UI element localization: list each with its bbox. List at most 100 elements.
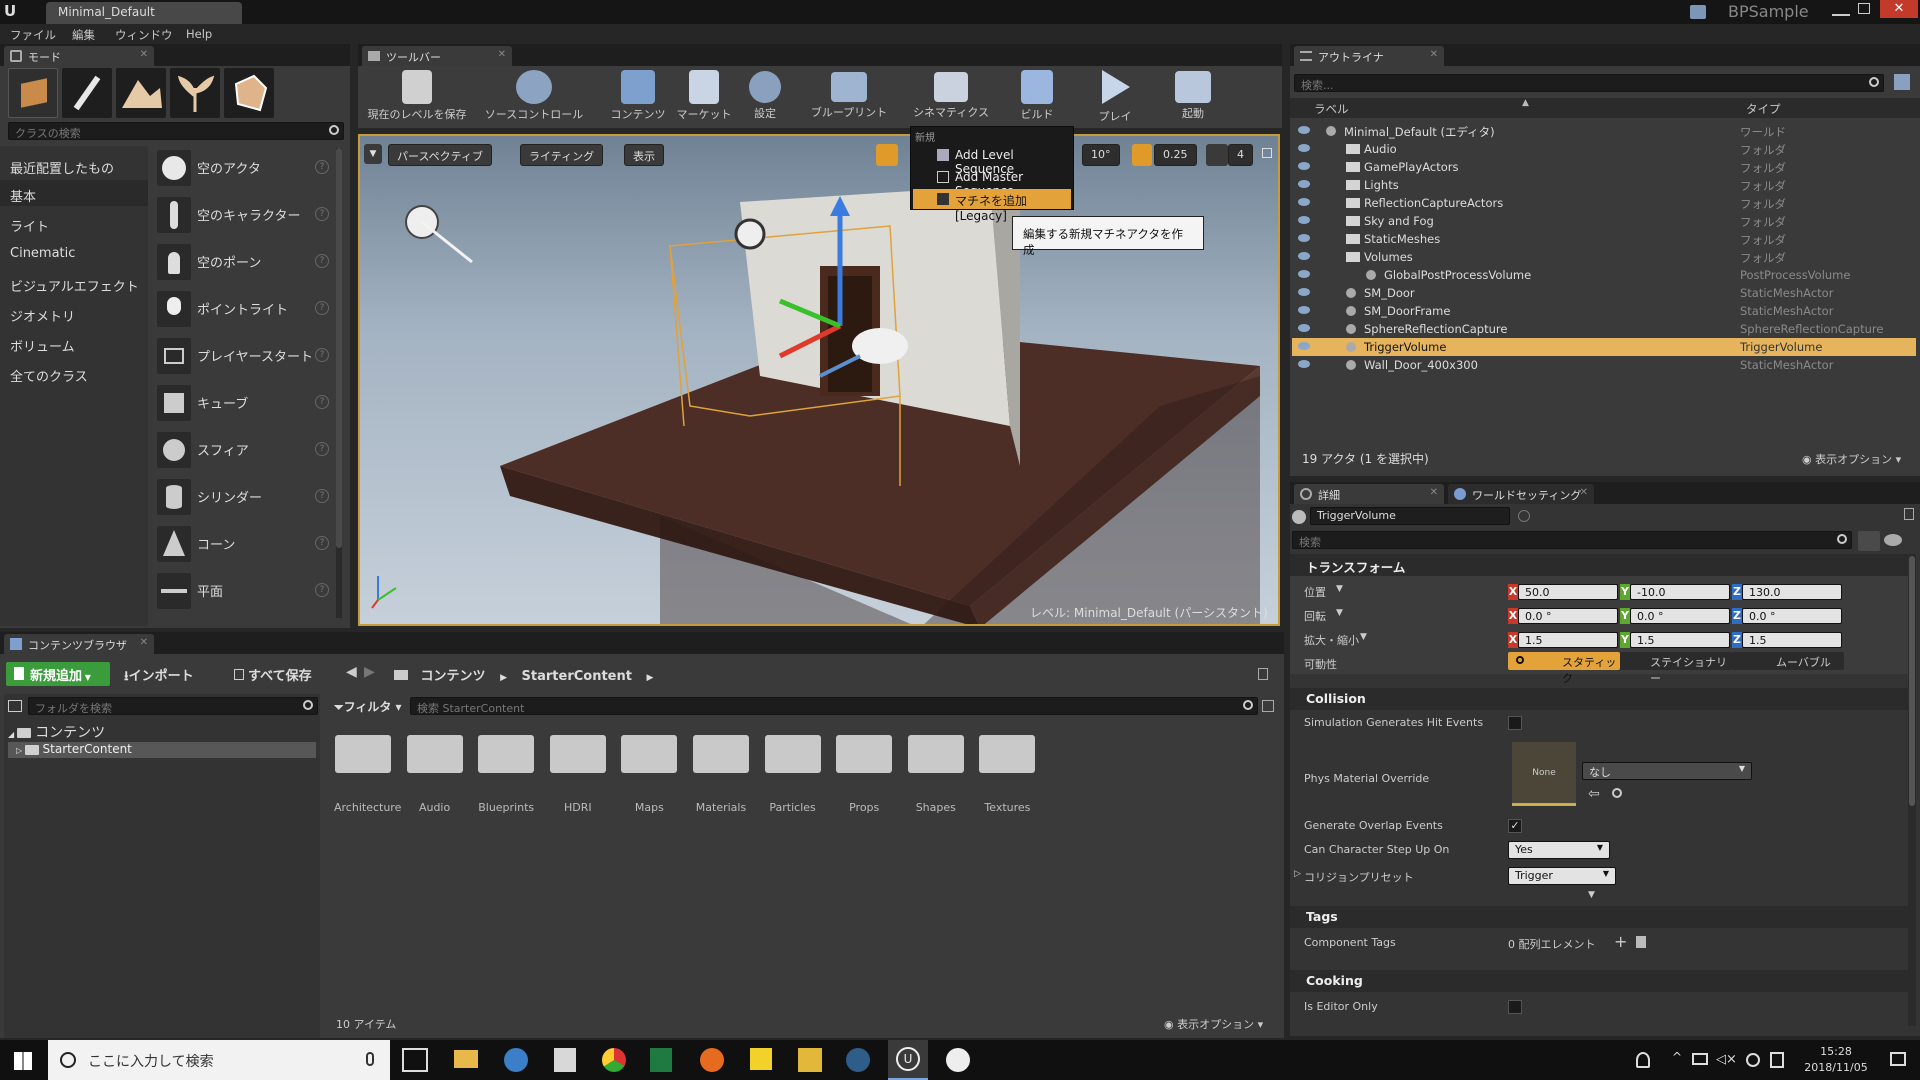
app-grid-icon[interactable] bbox=[798, 1048, 822, 1072]
category-visual-effects[interactable]: ビジュアルエフェクト bbox=[10, 276, 139, 295]
asset-folder[interactable]: Materials bbox=[692, 735, 750, 814]
place-item-player-start[interactable]: プレイヤースタート? bbox=[155, 334, 333, 379]
outliner-search-input[interactable]: 検索... bbox=[1294, 74, 1884, 92]
visibility-eye-icon[interactable] bbox=[1298, 324, 1310, 332]
outliner-row[interactable]: Volumes フォルダ bbox=[1292, 248, 1916, 266]
visibility-eye-icon[interactable] bbox=[1298, 234, 1310, 242]
browse-search-icon[interactable] bbox=[1612, 788, 1622, 798]
camera-speed-icon[interactable] bbox=[1206, 144, 1228, 166]
folder-search-input[interactable]: フォルダを検索 bbox=[28, 697, 318, 715]
close-icon[interactable]: ✕ bbox=[140, 49, 148, 60]
category-all-classes[interactable]: 全てのクラス bbox=[10, 366, 88, 385]
minimize-button[interactable] bbox=[1832, 2, 1850, 16]
close-icon[interactable]: ✕ bbox=[140, 637, 148, 648]
maximize-button[interactable] bbox=[1858, 3, 1870, 14]
menu-edit[interactable]: 編集 bbox=[72, 27, 95, 43]
people-icon[interactable] bbox=[1636, 1052, 1650, 1068]
tags-section-header[interactable]: Tags bbox=[1290, 906, 1916, 928]
outliner-row[interactable]: SM_DoorFrame StaticMeshActor bbox=[1292, 302, 1916, 320]
transform-section-header[interactable]: トランスフォーム bbox=[1290, 554, 1916, 576]
outliner-row[interactable]: StaticMeshes フォルダ bbox=[1292, 230, 1916, 248]
outliner-row[interactable]: Minimal_Default (エディタ) ワールド bbox=[1292, 122, 1916, 140]
outliner-row[interactable]: GlobalPostProcessVolume PostProcessVolume bbox=[1292, 266, 1916, 284]
viewport[interactable]: ▼ パースペクティブ ライティング 表示 10° 0.25 4 レベル: Min… bbox=[358, 134, 1280, 626]
category-volumes[interactable]: ボリューム bbox=[10, 336, 75, 355]
edge-browser-icon[interactable] bbox=[504, 1048, 528, 1072]
history-forward-icon[interactable]: ▶ bbox=[364, 664, 375, 680]
ime-icon[interactable] bbox=[1770, 1052, 1784, 1068]
transform-move-button[interactable] bbox=[876, 144, 898, 166]
help-icon[interactable]: ? bbox=[315, 442, 329, 456]
menu-file[interactable]: ファイル bbox=[10, 27, 56, 43]
rotation-field-z[interactable]: 0.0 ° bbox=[1742, 608, 1842, 624]
outliner-row[interactable]: Sky and Fog フォルダ bbox=[1292, 212, 1916, 230]
outliner-row[interactable]: ReflectionCaptureActors フォルダ bbox=[1292, 194, 1916, 212]
scale-field-x[interactable]: 1.5 bbox=[1518, 632, 1618, 648]
tab-content-browser[interactable]: コンテンツブラウザ ✕ bbox=[4, 634, 154, 654]
sim-hit-checkbox[interactable] bbox=[1508, 716, 1522, 730]
import-button[interactable]: ⭳インポート bbox=[124, 665, 194, 689]
outliner-view-options[interactable]: ◉ 表示オプション ▾ bbox=[1802, 451, 1901, 467]
place-item-plane[interactable]: 平面? bbox=[155, 569, 333, 614]
help-icon[interactable]: ? bbox=[315, 583, 329, 597]
asset-search-input[interactable]: 検索 StarterContent bbox=[410, 697, 1258, 715]
angle-snap-value[interactable]: 10° bbox=[1082, 144, 1120, 166]
close-button[interactable]: ✕ bbox=[1880, 0, 1918, 18]
step-up-select[interactable]: Yes ▼ bbox=[1508, 841, 1610, 859]
use-selected-arrow-icon[interactable]: ⇦ bbox=[1588, 786, 1600, 802]
asset-folder[interactable]: Architecture bbox=[334, 735, 401, 814]
visibility-eye-icon[interactable] bbox=[1298, 360, 1310, 368]
category-recent[interactable]: 最近配置したもの bbox=[10, 158, 114, 177]
build-button[interactable]: ビルド bbox=[1012, 66, 1062, 124]
level-tab[interactable]: Minimal_Default bbox=[46, 2, 242, 24]
asset-folder[interactable]: Props bbox=[835, 735, 893, 814]
clock[interactable]: 15:28 2018/11/05 bbox=[1796, 1044, 1876, 1076]
lighting-button[interactable]: ライティング bbox=[520, 144, 604, 166]
visibility-eye-icon[interactable] bbox=[1298, 198, 1310, 206]
place-item-point-light[interactable]: ポイントライト? bbox=[155, 287, 333, 332]
tab-details[interactable]: 詳細 ✕ bbox=[1294, 484, 1444, 504]
viewport-menu-button[interactable]: ▼ bbox=[364, 144, 382, 164]
category-lights[interactable]: ライト bbox=[10, 216, 49, 235]
landscape-mode-button[interactable] bbox=[116, 68, 166, 118]
content-view-options[interactable]: ◉ 表示オプション ▾ bbox=[1164, 1016, 1263, 1032]
task-view-icon[interactable] bbox=[402, 1048, 428, 1072]
visibility-eye-icon[interactable] bbox=[1298, 180, 1310, 188]
tray-chevron-icon[interactable]: ^ bbox=[1672, 1050, 1682, 1064]
location-field-x[interactable]: 50.0 bbox=[1518, 584, 1618, 600]
perspective-button[interactable]: パースペクティブ bbox=[388, 144, 493, 166]
camera-speed-value[interactable]: 4 bbox=[1228, 144, 1253, 166]
add-matinee-item[interactable]: マチネを追加 [Legacy] bbox=[913, 189, 1071, 223]
help-icon[interactable]: ? bbox=[315, 207, 329, 221]
visibility-eye-icon[interactable] bbox=[1298, 270, 1310, 278]
epic-launcher-icon[interactable] bbox=[946, 1048, 970, 1072]
close-icon[interactable]: ✕ bbox=[498, 49, 506, 60]
help-icon[interactable]: ? bbox=[315, 489, 329, 503]
lock-icon[interactable] bbox=[1258, 668, 1268, 680]
add-new-button[interactable]: 新規追加 ▼ bbox=[6, 662, 110, 686]
firefox-icon[interactable] bbox=[700, 1048, 724, 1072]
windows-start-icon[interactable] bbox=[14, 1052, 32, 1070]
asset-folder[interactable]: Blueprints bbox=[477, 735, 535, 814]
category-basic[interactable]: 基本 bbox=[10, 186, 36, 205]
notification-icon[interactable] bbox=[1890, 1052, 1906, 1066]
location-field-y[interactable]: -10.0 bbox=[1630, 584, 1730, 600]
marketplace-button[interactable]: マーケット bbox=[672, 66, 736, 124]
add-master-sequence-item[interactable]: Add Master Sequence bbox=[913, 167, 1071, 198]
unreal-taskbar-button[interactable]: U bbox=[888, 1040, 928, 1080]
collision-section-header[interactable]: Collision bbox=[1290, 688, 1916, 710]
filter-button[interactable]: ⏷フィルタ ▾ bbox=[334, 698, 402, 715]
volume-muted-icon[interactable]: ◁× bbox=[1716, 1052, 1737, 1067]
modes-scrollbar[interactable] bbox=[336, 148, 342, 618]
place-item-cylinder[interactable]: シリンダー? bbox=[155, 475, 333, 520]
tree-child-starter-content[interactable]: ▷ StarterContent bbox=[8, 742, 316, 758]
explorer-icon[interactable] bbox=[454, 1050, 478, 1068]
chevron-down-icon[interactable]: ▼ bbox=[1360, 632, 1367, 642]
chrome-icon[interactable] bbox=[602, 1048, 626, 1072]
play-button[interactable]: プレイ bbox=[1090, 66, 1140, 124]
content-button[interactable]: コンテンツ bbox=[606, 66, 670, 124]
source-control-icon[interactable] bbox=[1690, 5, 1706, 19]
maximize-viewport-icon[interactable] bbox=[1262, 148, 1272, 158]
object-name-field[interactable]: TriggerVolume bbox=[1310, 507, 1510, 525]
app-tray-icon[interactable] bbox=[1746, 1053, 1760, 1067]
